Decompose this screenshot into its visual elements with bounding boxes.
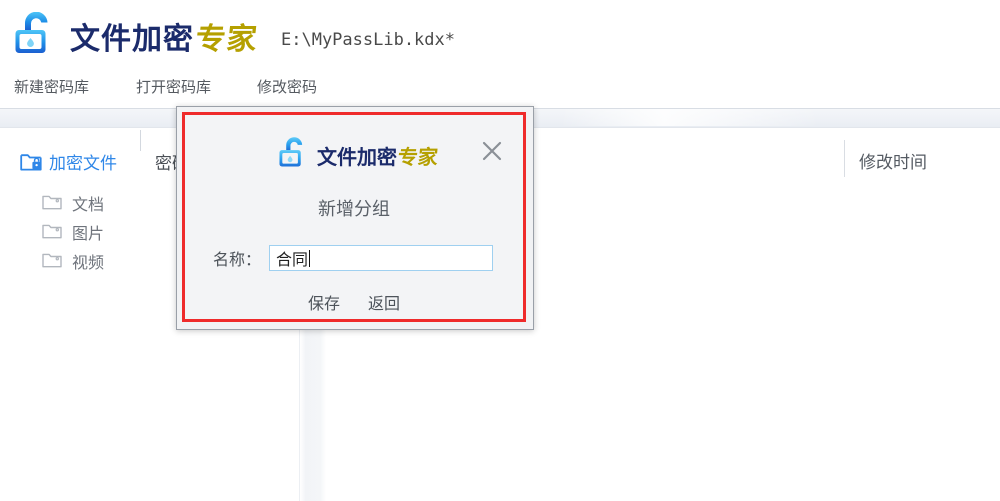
brand-header: 文件加密 专家 E:\MyPassLib.kdx* [0, 0, 1000, 70]
dialog-actions: 保存 返回 [185, 290, 523, 314]
folder-lock-icon [20, 153, 42, 170]
tree-item-label: 图片 [72, 223, 105, 243]
menu-item-new-library[interactable]: 新建密码库 [14, 76, 89, 97]
folder-icon [42, 253, 62, 268]
tab-encrypted-files[interactable]: 加密文件 [20, 148, 117, 174]
group-name-input[interactable]: 合同 [269, 245, 493, 271]
open-padlock-icon [279, 137, 303, 167]
top-strip-sheen [560, 109, 820, 126]
brand-title: 文件加密 专家 [70, 16, 260, 57]
close-icon[interactable] [479, 138, 505, 164]
column-header-modified-time: 修改时间 [859, 153, 927, 173]
menu-item-open-library[interactable]: 打开密码库 [136, 76, 211, 97]
dialog-brand-primary: 文件加密 [317, 144, 397, 169]
save-button[interactable]: 保存 [308, 290, 340, 314]
group-name-field-row: 名称： 合同 [205, 243, 505, 273]
brand-title-primary: 文件加密 [70, 22, 194, 57]
text-cursor [309, 249, 311, 267]
dialog-title: 新增分组 [318, 199, 390, 220]
folder-icon [42, 195, 62, 210]
tab-encrypted-files-label: 加密文件 [49, 153, 117, 174]
add-group-dialog: 文件加密 专家 新增分组 名称： 合同 保存 返回 [176, 106, 534, 330]
folder-icon [42, 224, 62, 239]
library-file-path: E:\MyPassLib.kdx* [281, 30, 455, 50]
back-button[interactable]: 返回 [368, 290, 400, 314]
column-divider [844, 140, 845, 177]
tree-item-label: 视频 [72, 252, 105, 272]
tree-item-label: 文档 [72, 194, 105, 214]
group-name-label: 名称： [212, 250, 261, 269]
group-name-input-value: 合同 [276, 250, 309, 269]
app-window: 文件加密 专家 E:\MyPassLib.kdx* 新建密码库 打开密码库 修改… [0, 0, 1000, 501]
dialog-brand-title: 文件加密 专家 [317, 141, 440, 169]
dialog-highlight-border: 文件加密 专家 新增分组 名称： 合同 保存 返回 [182, 112, 526, 322]
dialog-brand-accent: 专家 [396, 144, 440, 169]
dialog-body: 文件加密 专家 新增分组 名称： 合同 保存 返回 [185, 115, 523, 319]
brand-title-accent: 专家 [193, 22, 260, 57]
menu-bar: 新建密码库 打开密码库 修改密码 [0, 76, 1000, 108]
open-padlock-icon [15, 12, 48, 53]
menu-item-change-password[interactable]: 修改密码 [257, 76, 317, 97]
